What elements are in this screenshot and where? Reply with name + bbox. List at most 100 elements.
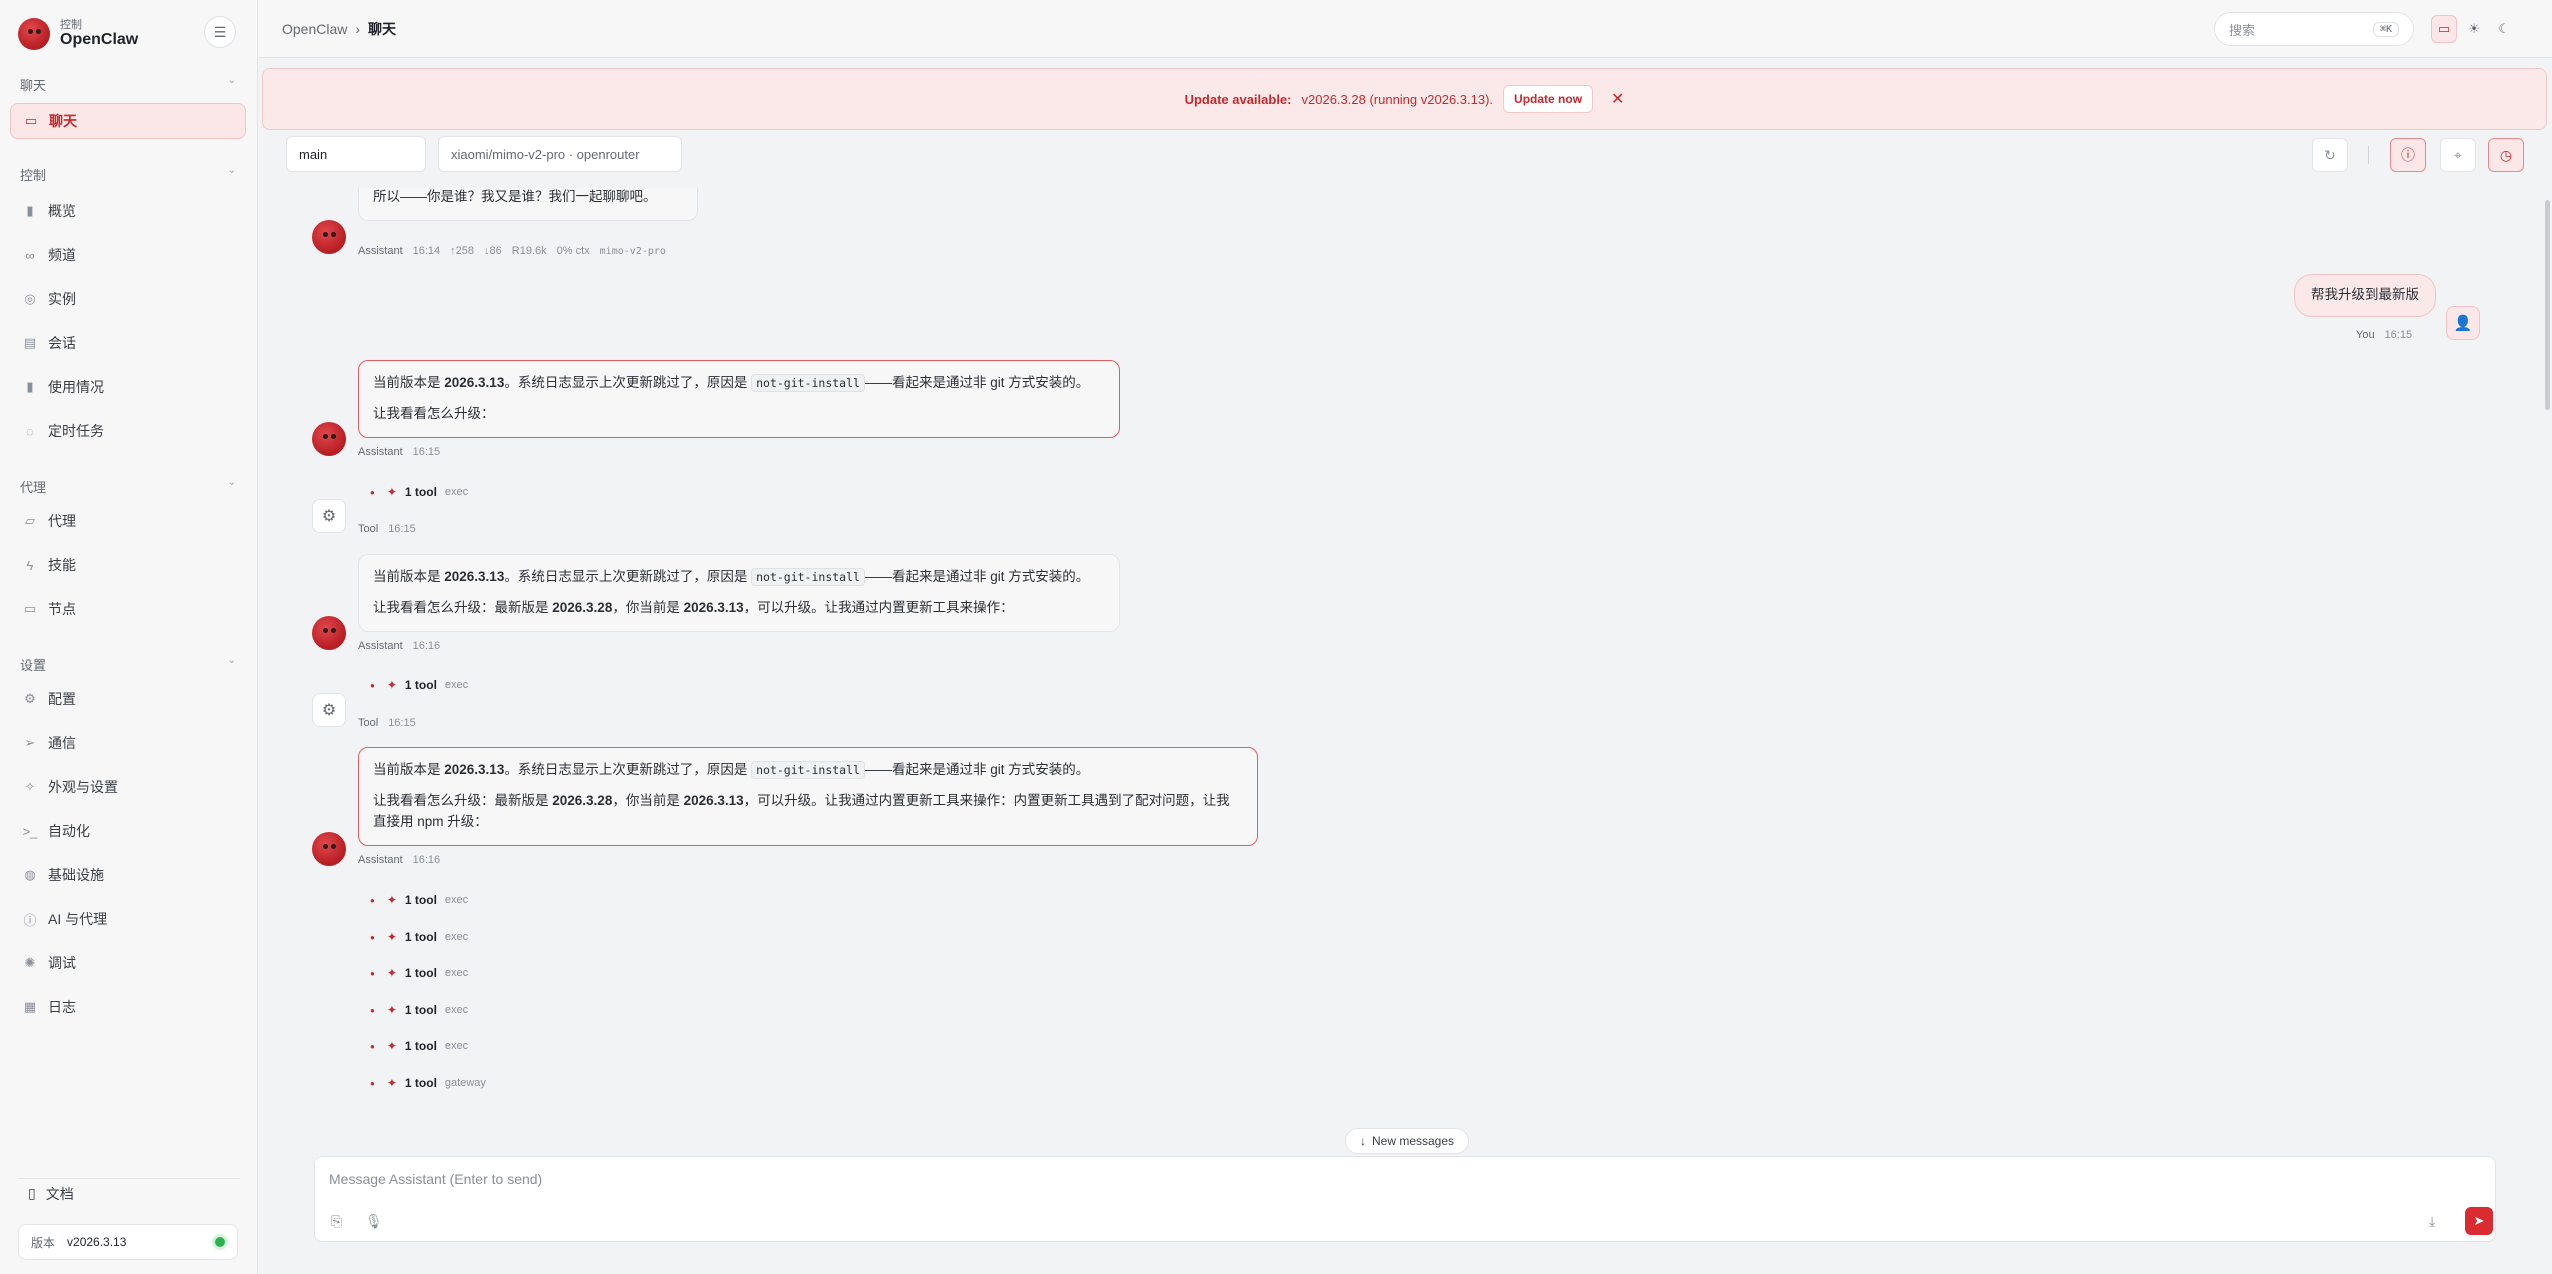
theme-light-button[interactable]: ☀ xyxy=(2461,15,2487,43)
breadcrumb-root[interactable]: OpenClaw xyxy=(282,21,347,37)
update-title: Update available: xyxy=(1184,91,1292,107)
search-input[interactable]: 搜索 ⌘K xyxy=(2214,12,2414,46)
chevron-down-icon: ⌄ xyxy=(227,477,236,488)
document-icon: ▤ xyxy=(23,335,37,350)
theme-system-button[interactable]: ▭ xyxy=(2431,15,2458,43)
monitor-icon: ▭ xyxy=(23,601,37,616)
breadcrumb: OpenClaw › 聊天 xyxy=(282,19,396,39)
tool-spark-icon: ✦ xyxy=(386,893,397,907)
tool-call-row[interactable]: ● ✦ 1 tool exec xyxy=(370,966,468,980)
sidebar-item-automation[interactable]: >_ 自动化 xyxy=(10,813,246,849)
sidebar-item-instances[interactable]: ◎ 实例 xyxy=(10,281,246,317)
sidebar-item-cron[interactable]: ◌ 定时任务 xyxy=(10,413,246,449)
nav-group-agents[interactable]: 代理 ⌄ xyxy=(20,477,236,496)
tool-spark-icon: ✦ xyxy=(386,966,397,980)
status-dot xyxy=(215,1237,225,1247)
version-label: 版本 xyxy=(31,1235,56,1250)
gear-icon: ⚙ xyxy=(24,691,36,706)
nav-group-settings[interactable]: 设置 ⌄ xyxy=(20,655,236,674)
message-meta: Tool 16:15 xyxy=(358,523,416,535)
globe-icon: ◍ xyxy=(24,867,36,882)
gear-icon: ⚙ xyxy=(321,702,337,719)
tool-avatar: ⚙ xyxy=(312,499,346,533)
sidebar-item-ai-agents[interactable]: ⓘ AI 与代理 xyxy=(10,901,246,937)
message-composer[interactable]: Message Assistant (Enter to send) ⎘ 🎙 ⤓ … xyxy=(314,1156,2496,1242)
sidebar-item-debug[interactable]: ✺ 调试 xyxy=(10,945,246,981)
version-value: v2026.3.13 xyxy=(67,1235,127,1249)
sidebar-item-appearance[interactable]: ✧ 外观与设置 xyxy=(10,769,246,805)
tool-spark-icon: ✦ xyxy=(386,1003,397,1017)
tool-call-row[interactable]: ● ✦ 1 tool exec xyxy=(370,1039,468,1053)
new-messages-button[interactable]: ↓ New messages xyxy=(1345,1128,1470,1154)
close-icon[interactable]: ✕ xyxy=(1611,89,1624,109)
sidebar-item-agents[interactable]: ▱ 代理 xyxy=(10,503,246,539)
toolbar-divider xyxy=(2368,146,2369,164)
message-meta: Assistant 16:14 ↑258 ↓86 R19.6k 0% ctx m… xyxy=(358,245,666,257)
arrow-down-icon: ↓ xyxy=(1360,1134,1366,1148)
download-icon[interactable]: ⤓ xyxy=(2429,1213,2435,1230)
update-now-button[interactable]: Update now xyxy=(1503,85,1594,113)
thinking-toggle-button[interactable]: ⓘ xyxy=(2390,138,2426,172)
chat-thread: 所以——你是谁？我又是谁？我们一起聊聊吧。 Assistant 16:14 ↑2… xyxy=(262,188,2542,1118)
brand[interactable]: 控制 OpenClaw xyxy=(18,14,138,54)
bug-icon: ✺ xyxy=(24,955,36,970)
tool-spark-icon: ✦ xyxy=(386,678,397,692)
history-button[interactable]: ◷ xyxy=(2488,138,2524,172)
send-icon: ➤ xyxy=(2473,1213,2485,1228)
chat-bubble-icon: ▭ xyxy=(24,113,38,128)
attach-icon[interactable]: ⎘ xyxy=(331,1213,342,1230)
bar-chart-icon: ▮ xyxy=(26,203,34,218)
tool-call-row[interactable]: ● ✦ 1 tool exec xyxy=(370,485,468,499)
search-placeholder: 搜索 xyxy=(2229,22,2256,38)
sidebar-item-comms[interactable]: ➢ 通信 xyxy=(10,725,246,761)
focus-mode-button[interactable]: ⌖ xyxy=(2440,138,2476,172)
message-meta: You 16:15 xyxy=(2356,329,2413,341)
message-meta: Assistant 16:16 xyxy=(358,640,441,652)
chat-scrollbar[interactable] xyxy=(2545,200,2550,410)
sidebar-item-logs[interactable]: ▦ 日志 xyxy=(10,989,246,1025)
sidebar-item-overview[interactable]: ▮ 概览 xyxy=(10,193,246,229)
tool-call-row[interactable]: ● ✦ 1 tool exec xyxy=(370,930,468,944)
chevron-down-icon: ⌄ xyxy=(227,165,236,176)
sidebar-item-nodes[interactable]: ▭ 节点 xyxy=(10,591,246,627)
sidebar-item-infrastructure[interactable]: ◍ 基础设施 xyxy=(10,857,246,893)
theme-dark-button[interactable]: ☾ xyxy=(2491,15,2517,43)
tool-call-row[interactable]: ● ✦ 1 tool exec xyxy=(370,893,468,907)
sidebar-item-sessions[interactable]: ▤ 会话 xyxy=(10,325,246,361)
theme-switcher: ▭ ☀ ☾ xyxy=(2428,12,2520,46)
tool-avatar: ⚙ xyxy=(312,693,346,727)
microphone-icon[interactable]: 🎙 xyxy=(365,1213,383,1230)
clock-icon: ◌ xyxy=(26,423,34,439)
update-banner: Update available: v2026.3.28 (running v2… xyxy=(262,68,2547,130)
chevron-down-icon: ⌄ xyxy=(227,75,236,86)
assistant-message: 当前版本是 2026.3.13。系统日志显示上次更新跳过了，原因是 not-gi… xyxy=(358,747,1258,846)
tool-spark-icon: ✦ xyxy=(386,1039,397,1053)
sidebar-item-channels[interactable]: ∞ 频道 xyxy=(10,237,246,273)
assistant-message: 所以——你是谁？我又是谁？我们一起聊聊吧。 xyxy=(358,188,698,221)
sidebar-toggle-button[interactable]: ☰ xyxy=(204,16,236,48)
model-select[interactable]: xiaomi/mimo-v2-pro · openrouter xyxy=(438,136,682,172)
update-detail: v2026.3.28 (running v2026.3.13). xyxy=(1301,91,1494,107)
sidebar-item-skills[interactable]: ϟ 技能 xyxy=(10,547,246,583)
assistant-avatar xyxy=(312,422,346,456)
nav-group-control[interactable]: 控制 ⌄ xyxy=(20,165,236,184)
sidebar: 控制 OpenClaw ☰ 聊天 ⌄ ▭ 聊天 控制 ⌄ ▮ 概览 ∞ 频道 ◎ 实例 ▤ 会… xyxy=(0,0,258,1274)
send-button[interactable]: ➤ xyxy=(2465,1207,2493,1235)
sidebar-item-usage[interactable]: ▮ 使用情况 xyxy=(10,369,246,405)
tool-spark-icon: ✦ xyxy=(386,485,397,499)
breadcrumb-current: 聊天 xyxy=(368,21,397,37)
docs-link[interactable]: ▯ 文档 xyxy=(18,1178,240,1208)
tool-spark-icon: ✦ xyxy=(386,1076,397,1090)
sidebar-item-config[interactable]: ⚙ 配置 xyxy=(10,681,246,717)
tool-spark-icon: ✦ xyxy=(386,930,397,944)
topbar: OpenClaw › 聊天 搜索 ⌘K ▭ ☀ ☾ xyxy=(258,0,2552,58)
tool-call-row[interactable]: ● ✦ 1 tool exec xyxy=(370,1003,468,1017)
assistant-message: 当前版本是 2026.3.13。系统日志显示上次更新跳过了，原因是 not-gi… xyxy=(358,554,1120,632)
refresh-button[interactable]: ↻ xyxy=(2312,138,2348,172)
session-select[interactable]: main xyxy=(286,136,426,172)
nav-group-chat[interactable]: 聊天 ⌄ xyxy=(20,75,236,94)
tool-call-row[interactable]: ● ✦ 1 tool exec xyxy=(370,678,468,692)
radio-icon: ◎ xyxy=(24,291,36,306)
tool-call-row[interactable]: ● ✦ 1 tool gateway xyxy=(370,1076,486,1090)
sidebar-item-chat[interactable]: ▭ 聊天 xyxy=(10,103,246,139)
